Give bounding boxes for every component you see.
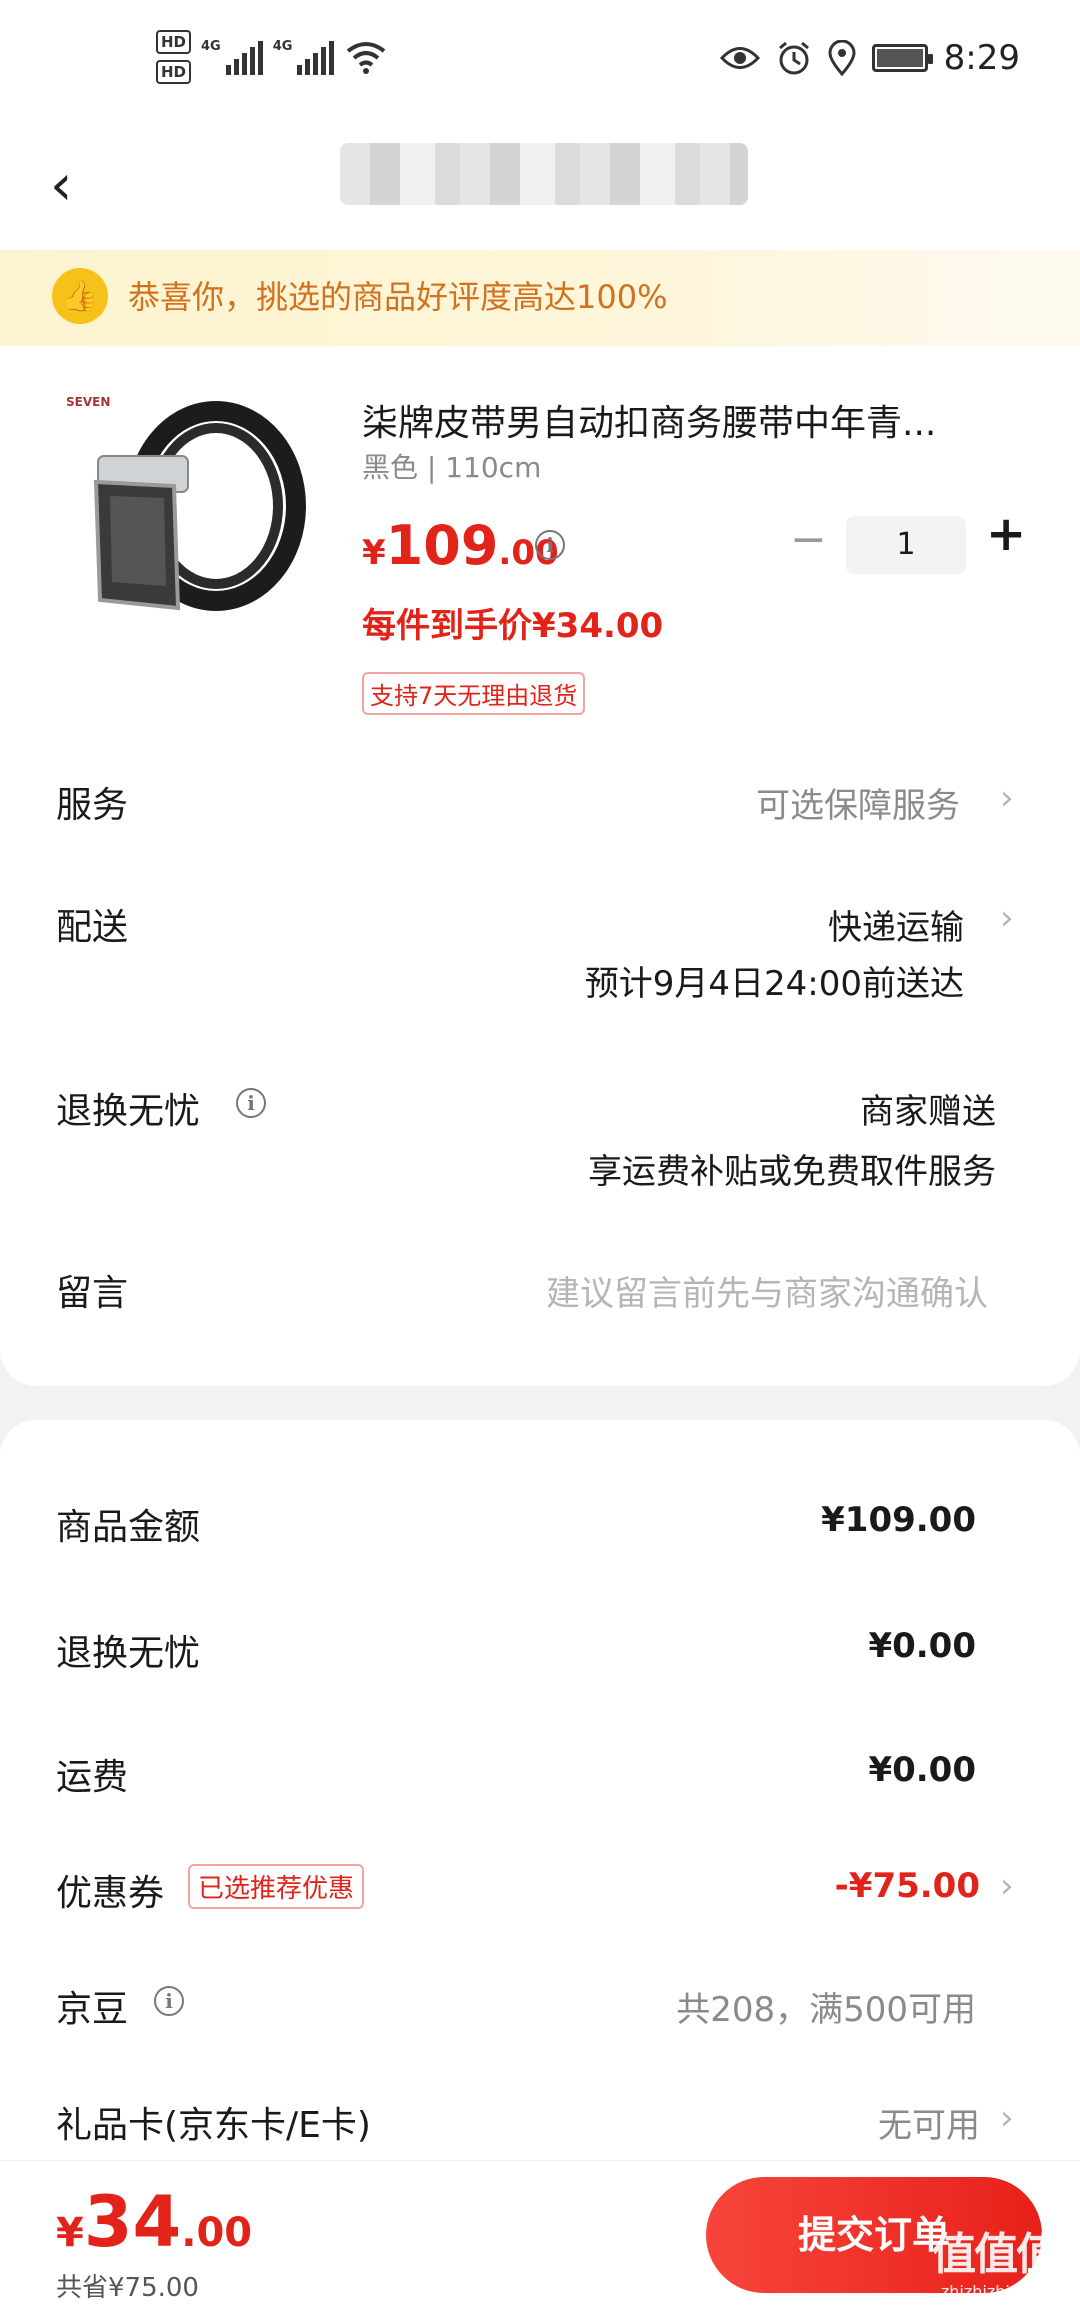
banner-text: 恭喜你，挑选的商品好评度高达100%	[128, 278, 668, 316]
watermark: 值值值 zhizhizhi.com	[920, 2218, 1070, 2308]
saved-amount: 共省¥75.00	[56, 2273, 199, 2303]
quantity-plus-button[interactable]: +	[986, 506, 1026, 562]
product-title[interactable]: 柒牌皮带男自动扣商务腰带中年青...	[362, 394, 1002, 446]
total-integer: 34	[83, 2181, 182, 2263]
message-input[interactable]: 建议留言前先与商家沟通确认	[546, 1266, 988, 1315]
gift-card-chevron-icon[interactable]: ›	[1000, 2098, 1014, 2138]
chevron-left-icon[interactable]: ‹	[50, 153, 72, 218]
beans-info-icon[interactable]: i	[154, 1986, 184, 2016]
eye-icon	[719, 47, 760, 69]
unit-final-price: 每件到手价¥34.00	[362, 606, 664, 646]
hd2-icon: HD	[156, 60, 192, 84]
hd1-icon: HD	[156, 30, 192, 54]
shipping-value: ¥0.00	[868, 1750, 976, 1790]
delivery-chevron-icon[interactable]: ›	[1000, 898, 1014, 938]
signal2-icon: 4G	[273, 39, 335, 75]
gift-card-label: 礼品卡(京东卡/E卡)	[56, 2105, 371, 2146]
alarm-icon	[778, 41, 809, 75]
total-price: ¥34.00	[56, 2181, 252, 2263]
price-integer: 109	[385, 514, 499, 577]
price-currency: ¥	[362, 533, 386, 573]
page-title-blurred	[340, 143, 748, 205]
worry-free-desc: 享运费补贴或免费取件服务	[588, 1152, 996, 1192]
delivery-value[interactable]: 快递运输	[828, 900, 964, 949]
status-right: 8:29	[719, 38, 1020, 78]
clock: 8:29	[943, 38, 1020, 78]
svg-text:SEVEN: SEVEN	[66, 395, 110, 409]
hd-indicators: HD HD	[156, 30, 192, 84]
beans-value: 共208，满500可用	[676, 1990, 976, 2030]
quantity-input[interactable]: 1	[846, 516, 966, 574]
worry-free-fee-label: 退换无忧	[56, 1633, 201, 1674]
coupon-value[interactable]: -¥75.00	[835, 1866, 980, 1906]
price-info-icon[interactable]: i	[535, 530, 565, 560]
beans-label: 京豆	[56, 1989, 129, 2030]
service-label: 服务	[56, 785, 129, 826]
total-decimal: .00	[181, 2210, 253, 2256]
thumbs-up-icon: 👍	[52, 268, 108, 324]
battery-icon	[871, 44, 933, 72]
watermark-url: zhizhizhi.com	[940, 2282, 1050, 2301]
praise-banner: 👍 恭喜你，挑选的商品好评度高达100%	[0, 250, 1080, 346]
product-image[interactable]: SEVEN	[56, 386, 312, 642]
worry-free-fee-value: ¥0.00	[868, 1626, 976, 1666]
price-summary-card: 商品金额 ¥109.00 退换无忧 ¥0.00 运费 ¥0.00 优惠券 已选推…	[0, 1420, 1080, 2180]
coupon-label: 优惠券	[56, 1873, 165, 1914]
network1-label: 4G	[201, 39, 221, 54]
wifi-icon	[347, 42, 386, 74]
network2-label: 4G	[272, 39, 293, 54]
service-value[interactable]: 可选保障服务	[756, 778, 960, 827]
return-policy-tag: 支持7天无理由退货	[362, 672, 586, 715]
shipping-label: 运费	[56, 1757, 129, 1798]
total-currency: ¥	[56, 2210, 84, 2256]
goods-amount-label: 商品金额	[56, 1507, 201, 1548]
goods-amount-value: ¥109.00	[821, 1500, 976, 1540]
delivery-eta: 预计9月4日24:00前送达	[584, 964, 964, 1004]
service-chevron-icon[interactable]: ›	[1000, 778, 1014, 818]
signal1-icon: 4G	[201, 39, 263, 75]
gift-card-value[interactable]: 无可用	[878, 2098, 980, 2147]
nav-bar: ‹	[0, 125, 1080, 250]
worry-free-label: 退换无忧	[56, 1091, 201, 1132]
coupon-badge: 已选推荐优惠	[188, 1864, 365, 1909]
product-price: ¥109.00	[362, 514, 559, 577]
watermark-logo: 值值值	[932, 2229, 1060, 2280]
message-label: 留言	[56, 1273, 129, 1314]
location-icon	[828, 40, 856, 76]
status-left: HD HD 4G 4G	[156, 30, 388, 84]
status-bar: HD HD 4G 4G 8:29	[0, 0, 1080, 125]
worry-free-info-icon[interactable]: i	[236, 1088, 266, 1118]
quantity-minus-button[interactable]: −	[790, 514, 827, 565]
delivery-label: 配送	[56, 907, 129, 948]
order-card: SEVEN 柒牌皮带男自动扣商务腰带中年青... 黑色 | 110cm ¥109…	[0, 346, 1080, 1386]
worry-free-value: 商家赠送	[860, 1092, 996, 1132]
product-spec[interactable]: 黑色 | 110cm	[362, 446, 541, 486]
checkout-bar: ¥34.00 共省¥75.00 提交订单	[0, 2160, 1080, 2310]
coupon-chevron-icon[interactable]: ›	[1000, 1866, 1014, 1906]
